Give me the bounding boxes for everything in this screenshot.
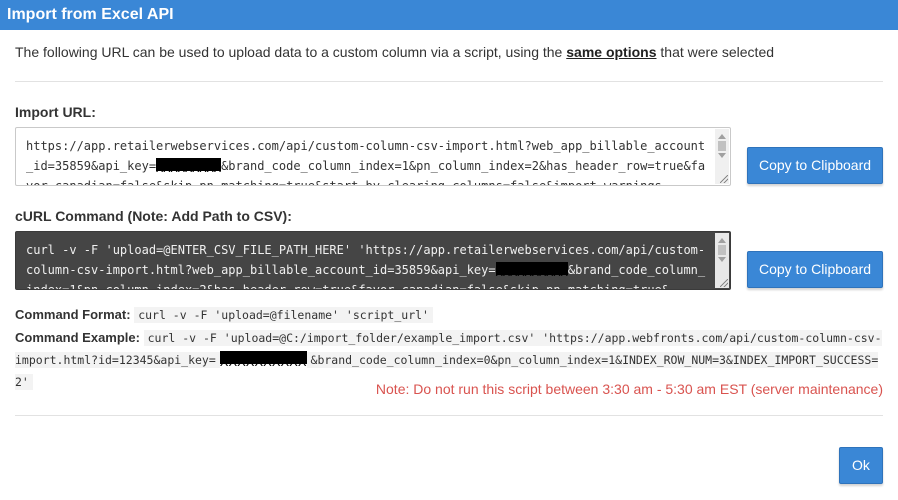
scroll-down-icon[interactable] xyxy=(718,153,726,158)
modal-title: Import from Excel API xyxy=(0,0,898,30)
curl-command-textarea[interactable]: curl -v -F 'upload=@ENTER_CSV_FILE_PATH_… xyxy=(15,231,731,290)
import-url-label: Import URL: xyxy=(15,104,96,120)
scroll-thumb[interactable] xyxy=(718,245,726,255)
scroll-up-icon[interactable] xyxy=(718,238,726,243)
intro-prefix: The following URL can be used to upload … xyxy=(15,44,567,60)
command-format-code: curl -v -F 'upload=@filename' 'script_ur… xyxy=(134,307,433,323)
same-options-link[interactable]: same options xyxy=(566,44,656,60)
divider xyxy=(15,81,883,82)
ok-button[interactable]: Ok xyxy=(839,447,883,484)
resize-grip-icon[interactable] xyxy=(720,175,728,183)
scroll-down-icon[interactable] xyxy=(718,257,726,262)
redacted-api-key: XXXXXXXXXX xyxy=(495,262,568,279)
copy-url-button[interactable]: Copy to Clipboard xyxy=(747,147,883,184)
command-format-label: Command Format: xyxy=(15,307,131,322)
scroll-up-icon[interactable] xyxy=(718,134,726,139)
redacted-api-key: XXXXXXXXX xyxy=(156,158,222,175)
scroll-thumb[interactable] xyxy=(718,141,726,151)
curl-command-label: cURL Command (Note: Add Path to CSV): xyxy=(15,208,292,224)
import-url-textarea[interactable]: https://app.retailerwebservices.com/api/… xyxy=(15,127,731,186)
intro-text: The following URL can be used to upload … xyxy=(15,44,774,60)
footer-divider xyxy=(15,415,883,416)
curl-scrollbar[interactable] xyxy=(715,233,729,288)
copy-curl-button[interactable]: Copy to Clipboard xyxy=(747,251,883,288)
intro-suffix: that were selected xyxy=(656,44,775,60)
command-format-row: Command Format: curl -v -F 'upload=@file… xyxy=(15,307,433,323)
import-url-scrollbar[interactable] xyxy=(715,129,729,184)
import-excel-api-modal: Import from Excel API The following URL … xyxy=(0,0,898,500)
command-example-label: Command Example: xyxy=(15,330,140,345)
maintenance-note: Note: Do not run this script between 3:3… xyxy=(375,381,883,397)
resize-grip-icon[interactable] xyxy=(720,279,728,287)
redacted-api-key: XXXXXXXXXX xyxy=(219,351,307,369)
